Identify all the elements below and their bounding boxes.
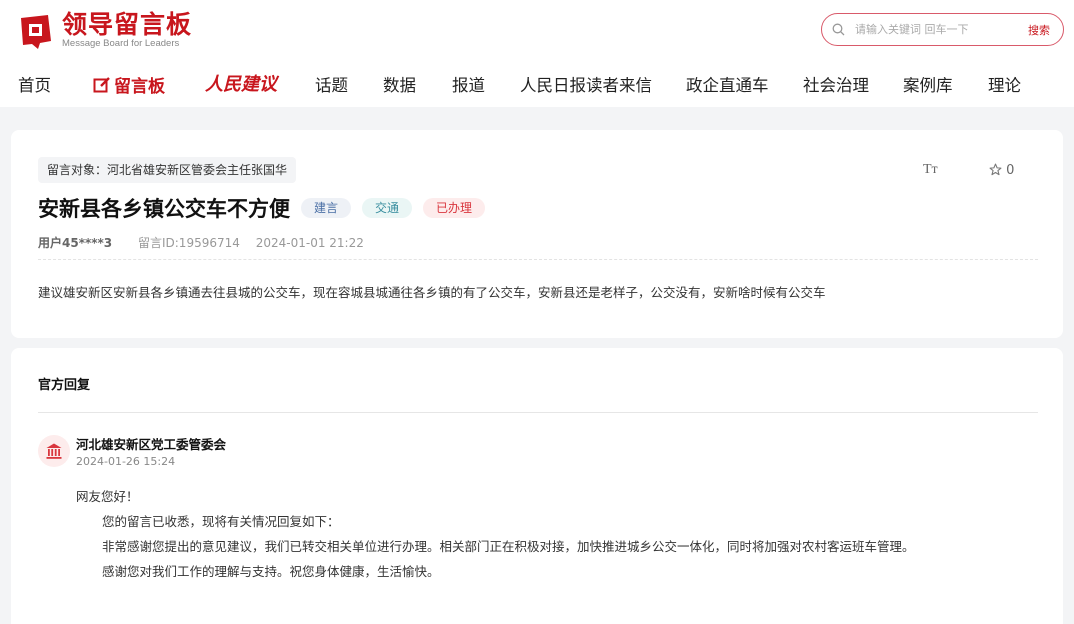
nav-social-governance[interactable]: 社会治理 (803, 72, 869, 96)
reply-line-2: 非常感谢您提出的意见建议，我们已转交相关单位进行办理。相关部门正在积极对接，加快… (102, 539, 915, 554)
search-button[interactable]: 搜索 (1028, 22, 1050, 38)
star-icon (989, 163, 1002, 176)
nav-data[interactable]: 数据 (383, 72, 416, 96)
edit-icon (93, 77, 110, 93)
message-target: 留言对象：河北省雄安新区管委会主任张国华 (38, 157, 297, 183)
reply-line-1: 您的留言已收悉，现将有关情况回复如下： (102, 514, 340, 529)
nav-people-suggestions[interactable]: 人民建议 (205, 70, 277, 96)
main-nav: 首页 留言板 人民建议 话题 数据 报道 人民日报读者来信 政企直通车 社会治理… (0, 64, 1074, 104)
top-header: 领导留言板 Message Board for Leaders 搜索 首页 留言… (0, 0, 1074, 107)
font-size-toggle-icon[interactable]: Tт (923, 162, 938, 178)
favorite-button[interactable]: 0 (989, 163, 1014, 178)
message-user: 用户45****3 (38, 236, 113, 250)
divider (38, 259, 1038, 260)
nav-topics[interactable]: 话题 (315, 72, 348, 96)
nav-case-library[interactable]: 案例库 (903, 72, 953, 96)
reply-heading: 官方回复 (38, 378, 91, 393)
tag-suggestion: 建言 (301, 198, 352, 218)
nav-theory[interactable]: 理论 (988, 72, 1021, 96)
reply-greeting: 网友您好！ (76, 489, 139, 504)
reply-org-name: 河北雄安新区党工委管委会 (76, 437, 227, 452)
reply-date: 2024-01-26 15:24 (76, 455, 176, 468)
message-id: 留言ID:19596714 (137, 236, 240, 250)
search-box: 搜索 (821, 13, 1064, 46)
message-card: 留言对象：河北省雄安新区管委会主任张国华 Tт 0 安新县各乡镇公交车不方便 建… (11, 130, 1063, 338)
message-meta: 用户45****3 留言ID:19596714 2024-01-01 21:22 (38, 234, 364, 251)
message-title: 安新县各乡镇公交车不方便 (38, 197, 290, 221)
divider (38, 412, 1038, 413)
nav-reports[interactable]: 报道 (452, 72, 485, 96)
title-row: 安新县各乡镇公交车不方便 建言 交通 已办理 (38, 193, 486, 223)
reply-line-3: 感谢您对我们工作的理解与支持。祝您身体健康，生活愉快。 (102, 564, 440, 579)
government-building-icon (38, 435, 70, 467)
nav-reader-letters[interactable]: 人民日报读者来信 (520, 72, 652, 96)
logo-text: 领导留言板 Message Board for Leaders (62, 12, 192, 50)
search-input[interactable] (855, 23, 1020, 36)
favorite-count: 0 (1006, 163, 1015, 178)
nav-message-board[interactable]: 留言板 (93, 72, 165, 97)
logo-subtitle: Message Board for Leaders (62, 38, 180, 49)
site-logo[interactable]: 领导留言板 Message Board for Leaders (18, 12, 192, 50)
message-content: 建议雄安新区安新县各乡镇通去往县城的公交车，现在容城县城通往各乡镇的有了公交车，… (38, 285, 826, 300)
logo-title: 领导留言板 (62, 10, 193, 39)
logo-mark-icon (18, 13, 54, 49)
message-datetime: 2024-01-01 21:22 (255, 236, 364, 250)
official-reply-card: 官方回复 河北雄安新区党工委管委会 2024-01-26 15:24 网友您好！… (11, 348, 1063, 624)
search-icon (832, 23, 845, 36)
tag-traffic: 交通 (362, 198, 413, 218)
nav-message-board-label: 留言板 (114, 77, 165, 97)
status-badge: 已办理 (423, 198, 486, 218)
nav-home[interactable]: 首页 (18, 72, 51, 96)
nav-enterprise-express[interactable]: 政企直通车 (686, 72, 769, 96)
